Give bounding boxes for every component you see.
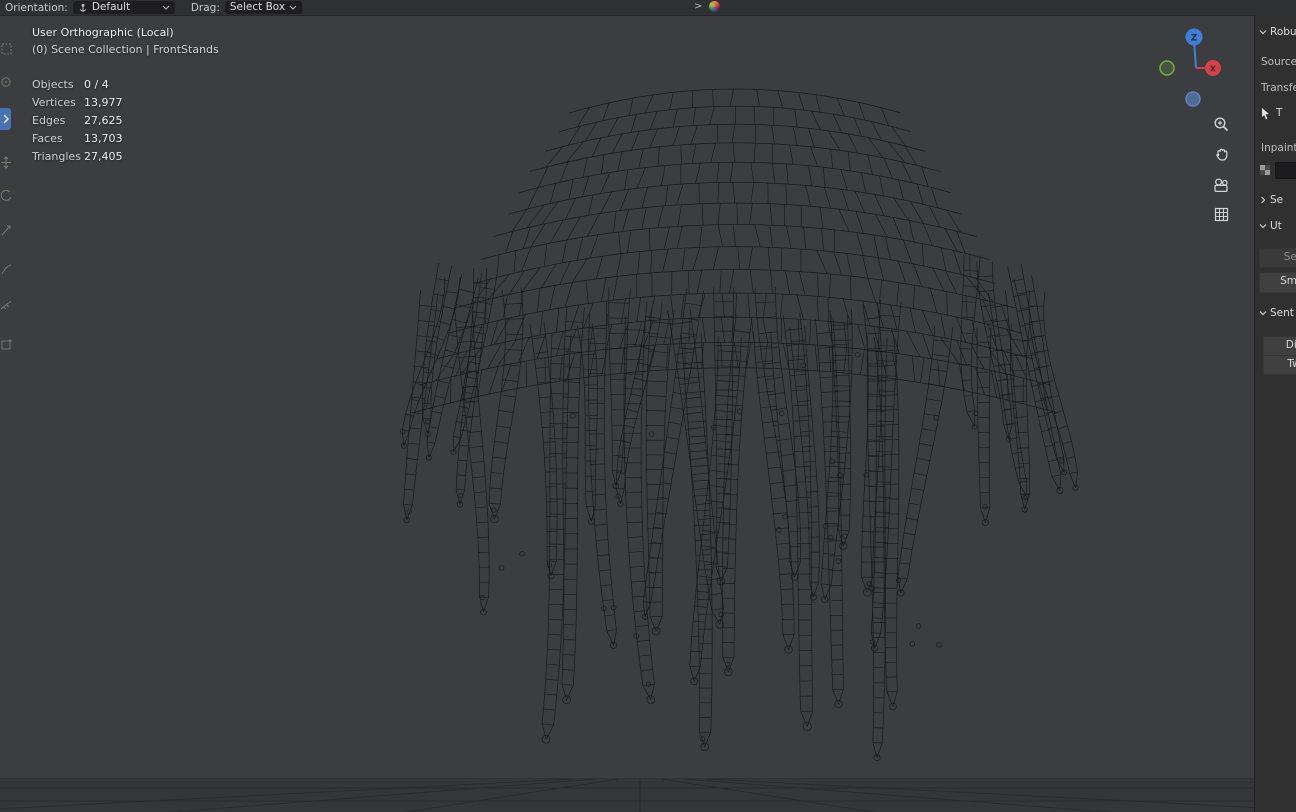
scale-tool-icon[interactable] — [0, 223, 13, 238]
gizmo-x-label: X — [1210, 65, 1217, 74]
measure-tool-icon[interactable] — [0, 298, 13, 313]
3d-viewport[interactable]: User Orthographic (Local) (0) Scene Coll… — [0, 15, 1254, 812]
mouse-cursor-icon — [1262, 107, 1269, 119]
toolbar-expand-button[interactable] — [0, 108, 11, 130]
tool-settings-bar: Orientation: Default Drag: Select Box > — [0, 0, 1296, 16]
chevron-down-icon — [289, 5, 297, 10]
add-primitive-tool-icon[interactable] — [0, 337, 13, 352]
chevron-right-icon — [1261, 196, 1266, 204]
magnifier-plus-icon — [1213, 116, 1228, 131]
select-button[interactable]: Sele — [1259, 248, 1296, 268]
move-tool-icon[interactable] — [0, 155, 13, 170]
stat-label: Edges — [32, 113, 66, 127]
stat-value: 0 / 4 — [84, 77, 109, 91]
breadcrumb-chevron: > — [694, 1, 703, 12]
chevron-right-icon — [3, 114, 9, 124]
gizmo-z-label: Z — [1191, 34, 1198, 44]
stat-row: Edges 27,625 — [32, 111, 219, 129]
stat-row: Vertices 13,977 — [32, 93, 219, 111]
stat-row: Objects 0 / 4 — [32, 75, 219, 93]
subsection-title: Ut — [1270, 220, 1282, 232]
camera-icon — [1214, 177, 1228, 192]
stat-row: Triangles 27,405 — [32, 147, 219, 165]
inpaint-input-field[interactable] — [1275, 162, 1296, 179]
stat-label: Vertices — [32, 95, 76, 109]
annotate-tool-icon[interactable] — [0, 262, 13, 277]
active-collection-label: (0) Scene Collection | FrontStands — [32, 43, 219, 56]
cursor-tool-icon[interactable] — [0, 75, 13, 90]
chevron-down-icon — [1259, 224, 1267, 229]
viewport-info-overlay: User Orthographic (Local) (0) Scene Coll… — [32, 26, 219, 165]
chevron-down-icon — [1259, 30, 1267, 35]
zoom-button[interactable] — [1209, 112, 1233, 136]
chevron-down-icon — [1259, 311, 1267, 316]
stat-row: Faces 13,703 — [32, 129, 219, 147]
stat-label: Faces — [32, 131, 63, 145]
camera-view-button[interactable] — [1209, 173, 1233, 197]
rotate-tool-icon[interactable] — [0, 188, 13, 203]
transfer-label: Transfe — [1261, 82, 1296, 94]
twist-button[interactable]: Tw — [1263, 355, 1296, 375]
checker-texture-icon — [1260, 165, 1270, 175]
hand-icon — [1215, 148, 1227, 161]
disable-button[interactable]: Dis — [1263, 336, 1296, 356]
orientation-label: Orientation: — [5, 1, 68, 14]
sidebar-panel: Robu Source Transfe T Inpaint Se Ut Sele… — [1254, 15, 1296, 812]
section-title: Sent — [1270, 307, 1294, 319]
scene-statistics: Objects 0 / 4 Vertices 13,977 Edges 27,6… — [32, 75, 219, 165]
stat-label: Objects — [32, 77, 74, 91]
drag-value: Select Box — [229, 1, 286, 13]
pan-button[interactable] — [1209, 142, 1233, 166]
stat-label: Triangles — [32, 149, 81, 163]
stat-value: 13,977 — [84, 95, 123, 109]
orientation-value: Default — [91, 1, 131, 13]
transfer-enum-field[interactable]: T — [1260, 104, 1282, 122]
navigation-gizmo[interactable]: Z X — [1150, 25, 1240, 115]
orientation-icon — [79, 3, 87, 12]
panel-section-bottom[interactable]: Sent — [1259, 307, 1294, 319]
blender-window: Orientation: Default Drag: Select Box > — [0, 0, 1296, 812]
toolbar-collapsed — [0, 15, 15, 375]
preview-sphere-icon[interactable] — [709, 1, 721, 12]
panel-subsection-collapsed[interactable]: Se — [1259, 194, 1283, 206]
smooth-button[interactable]: Smoo — [1259, 272, 1296, 293]
stat-value: 27,625 — [84, 113, 123, 127]
panel-section-top[interactable]: Robu — [1259, 26, 1296, 38]
gizmo-y-minus-ball[interactable] — [1159, 60, 1175, 76]
drag-label: Drag: — [190, 1, 220, 14]
section-title: Robu — [1270, 26, 1296, 38]
grid-icon — [1214, 207, 1228, 221]
inpaint-row — [1259, 162, 1296, 179]
gizmo-z-minus-ball[interactable] — [1185, 91, 1201, 107]
drag-dropdown[interactable]: Select Box — [224, 1, 303, 14]
stat-value: 13,703 — [84, 131, 123, 145]
subsection-title: Se — [1270, 194, 1284, 206]
panel-subsection-open[interactable]: Ut — [1259, 220, 1282, 232]
inpaint-label: Inpaint — [1261, 142, 1296, 154]
transfer-enum-value: T — [1276, 107, 1283, 119]
chevron-down-icon — [162, 5, 170, 10]
view-mode-label: User Orthographic (Local) — [32, 26, 174, 39]
stat-value: 27,405 — [84, 149, 123, 163]
select-box-tool-icon[interactable] — [0, 42, 13, 57]
sources-label: Source — [1261, 56, 1296, 68]
orientation-dropdown[interactable]: Default — [72, 1, 175, 14]
header-breadcrumb: > — [694, 1, 721, 12]
toggle-ortho-button[interactable] — [1209, 202, 1233, 226]
